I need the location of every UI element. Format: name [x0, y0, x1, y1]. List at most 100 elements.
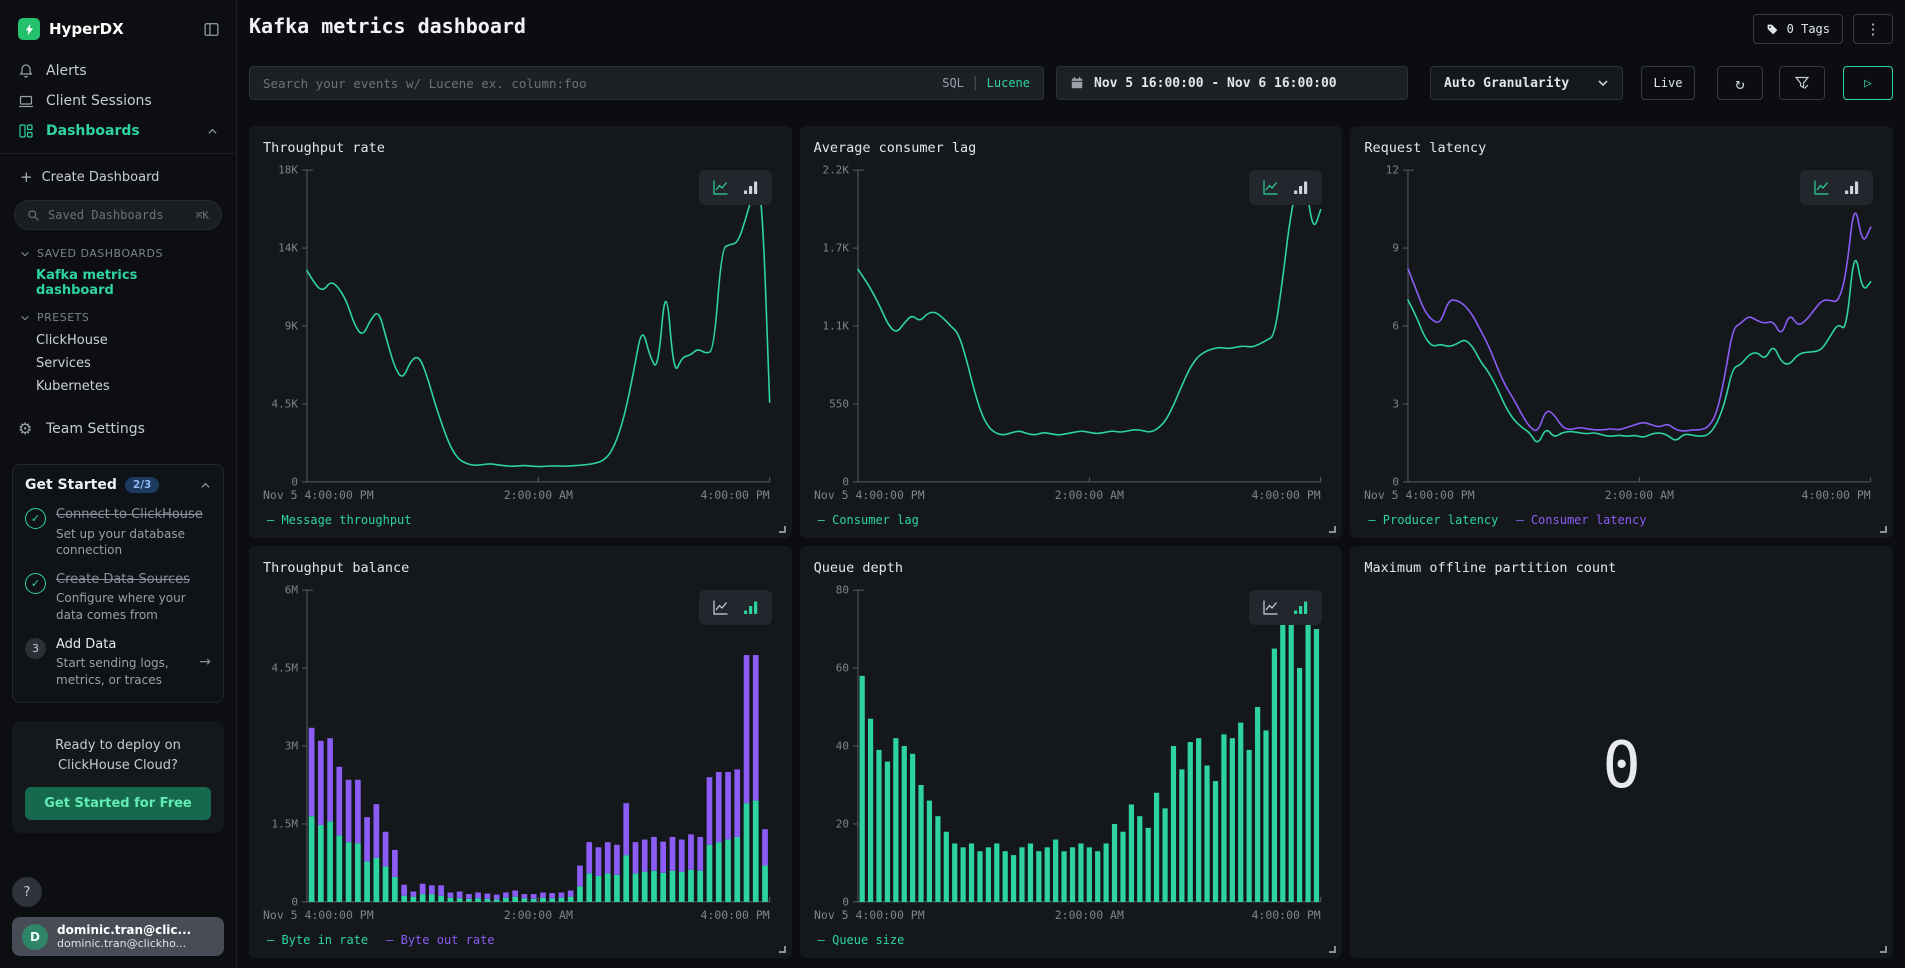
saved-dashboards-header[interactable]: SAVED DASHBOARDS [0, 242, 236, 265]
sidebar-item-kafka-dashboard[interactable]: Kafka metrics dashboard [0, 265, 236, 306]
get-started-step-sources[interactable]: ✓ Create Data Sources Configure where yo… [25, 571, 211, 623]
chart-card-request-latency: Request latency 036912Nov 5 4:00:00 PM2:… [1350, 126, 1893, 538]
chart-card-throughput-balance: Throughput balance 01.5M3M4.5M6MNov 5 4:… [249, 546, 792, 958]
step-title: Add Data [56, 636, 189, 654]
svg-text:Nov 5 4:00:00 PM: Nov 5 4:00:00 PM [814, 908, 925, 922]
resize-handle[interactable] [1329, 526, 1336, 533]
saved-dashboards-search[interactable]: Saved Dashboards ⌘K [14, 200, 222, 230]
svg-text:4:00:00 PM: 4:00:00 PM [1251, 488, 1320, 502]
live-button[interactable]: Live [1641, 66, 1695, 100]
section-label: PRESETS [37, 311, 89, 324]
svg-text:60: 60 [835, 662, 848, 675]
resize-handle[interactable] [779, 946, 786, 953]
user-name: dominic.tran@clic... [57, 923, 191, 937]
sidebar-item-services[interactable]: Services [0, 352, 236, 375]
line-chart-icon[interactable] [712, 179, 729, 196]
svg-text:4:00:00 PM: 4:00:00 PM [1802, 488, 1871, 502]
dashboard-grid: Throughput rate 04.5K9K14K18KNov 5 4:00:… [249, 126, 1893, 958]
granularity-select[interactable]: Auto Granularity [1430, 66, 1623, 100]
date-range-value: Nov 5 16:00:00 - Nov 6 16:00:00 [1094, 76, 1337, 91]
line-chart-icon[interactable] [712, 599, 729, 616]
svg-text:2:00:00 AM: 2:00:00 AM [504, 488, 573, 502]
svg-text:2.2K: 2.2K [822, 164, 849, 177]
chart-type-toggle [1249, 170, 1322, 205]
search-input[interactable] [263, 76, 933, 91]
resize-handle[interactable] [1329, 946, 1336, 953]
help-button[interactable]: ? [12, 877, 42, 907]
svg-text:Nov 5 4:00:00 PM: Nov 5 4:00:00 PM [814, 488, 925, 502]
chart-plot: 036912Nov 5 4:00:00 PM2:00:00 AM4:00:00 … [1362, 160, 1881, 508]
refresh-button[interactable]: ↻ [1717, 66, 1763, 100]
sidebar-item-client-sessions[interactable]: Client Sessions [0, 86, 236, 116]
svg-text:80: 80 [835, 584, 848, 597]
chevron-down-icon [1597, 77, 1609, 89]
svg-text:4.5M: 4.5M [272, 662, 299, 675]
user-menu[interactable]: D dominic.tran@clic... dominic.tran@clic… [12, 917, 224, 956]
step-title: Connect to ClickHouse [56, 506, 211, 524]
sql-mode-toggle[interactable]: SQL [942, 76, 964, 90]
sidebar-item-team-settings[interactable]: ⚙ Team Settings [0, 414, 236, 444]
chart-legend: — Message throughput [261, 508, 780, 532]
sidebar-item-alerts[interactable]: Alerts [0, 56, 236, 86]
page-title: Kafka metrics dashboard [249, 14, 1753, 38]
legend-item: — Message throughput [267, 513, 412, 527]
get-started-step-add-data[interactable]: 3 Add Data Start sending logs, metrics, … [25, 636, 211, 688]
presets-header[interactable]: PRESETS [0, 306, 236, 329]
svg-text:3: 3 [1393, 397, 1400, 410]
svg-text:550: 550 [829, 397, 849, 410]
tags-button[interactable]: 0 Tags [1753, 14, 1843, 44]
chart-type-toggle [699, 590, 772, 625]
chart-legend: — Producer latency— Consumer latency [1362, 508, 1881, 532]
chart-type-toggle [1800, 170, 1873, 205]
line-chart-icon[interactable] [1262, 599, 1279, 616]
bar-chart-icon[interactable] [1292, 179, 1309, 196]
avatar: D [22, 924, 48, 950]
sidebar: HyperDX Alerts Client Sessions Dashboard… [0, 0, 237, 968]
chevron-down-icon [20, 249, 30, 259]
bar-chart-icon[interactable] [1292, 599, 1309, 616]
get-started-step-connect[interactable]: ✓ Connect to ClickHouse Set up your data… [25, 506, 211, 558]
chevron-up-icon[interactable] [200, 480, 211, 491]
arrow-right-icon: → [199, 654, 211, 670]
get-started-free-button[interactable]: Get Started for Free [25, 787, 211, 820]
bar-chart-icon[interactable] [742, 179, 759, 196]
create-dashboard-button[interactable]: + Create Dashboard [0, 164, 236, 198]
legend-item: — Producer latency [1368, 513, 1498, 527]
svg-text:0: 0 [842, 475, 849, 488]
sidebar-divider [0, 153, 236, 154]
deploy-promo-card: Ready to deploy on ClickHouse Cloud? Get… [12, 721, 224, 833]
sidebar-item-kubernetes[interactable]: Kubernetes [0, 375, 236, 398]
run-query-button[interactable]: ▷ [1843, 66, 1893, 100]
resize-handle[interactable] [779, 526, 786, 533]
lucene-mode-toggle[interactable]: Lucene [987, 76, 1030, 90]
shortcut-badge: ⌘K [196, 209, 209, 222]
step-number-badge: 3 [25, 638, 46, 659]
bar-chart-icon[interactable] [1843, 179, 1860, 196]
filter-button[interactable] [1779, 66, 1825, 100]
chart-plot: 04.5K9K14K18KNov 5 4:00:00 PM2:00:00 AM4… [261, 160, 780, 508]
sidebar-item-dashboards[interactable]: Dashboards [0, 116, 236, 146]
plus-icon: + [20, 168, 33, 186]
toolbar: SQL | Lucene Nov 5 16:00:00 - Nov 6 16:0… [249, 66, 1893, 100]
sidebar-item-clickhouse[interactable]: ClickHouse [0, 329, 236, 352]
line-chart-icon[interactable] [1813, 179, 1830, 196]
chart-type-toggle [1249, 590, 1322, 625]
chart-legend: — Queue size [812, 928, 1331, 952]
resize-handle[interactable] [1880, 946, 1887, 953]
metric-value: 0 [1362, 580, 1881, 952]
brand-row: HyperDX [0, 14, 236, 56]
chart-card-consumer-lag: Average consumer lag 05501.1K1.7K2.2KNov… [800, 126, 1343, 538]
hyperdx-logo-icon [18, 18, 40, 40]
step-title: Create Data Sources [56, 571, 211, 589]
sidebar-collapse-icon[interactable] [203, 21, 220, 38]
bar-chart-icon[interactable] [742, 599, 759, 616]
line-chart-icon[interactable] [1262, 179, 1279, 196]
chart-legend: — Byte in rate— Byte out rate [261, 928, 780, 952]
nav-label: Client Sessions [46, 93, 152, 109]
resize-handle[interactable] [1880, 526, 1887, 533]
progress-badge: 2/3 [125, 477, 159, 493]
date-range-picker[interactable]: Nov 5 16:00:00 - Nov 6 16:00:00 [1056, 66, 1408, 100]
nav-label: Dashboards [46, 123, 140, 139]
more-menu-button[interactable]: ⋮ [1853, 14, 1893, 44]
create-dashboard-label: Create Dashboard [42, 170, 160, 185]
